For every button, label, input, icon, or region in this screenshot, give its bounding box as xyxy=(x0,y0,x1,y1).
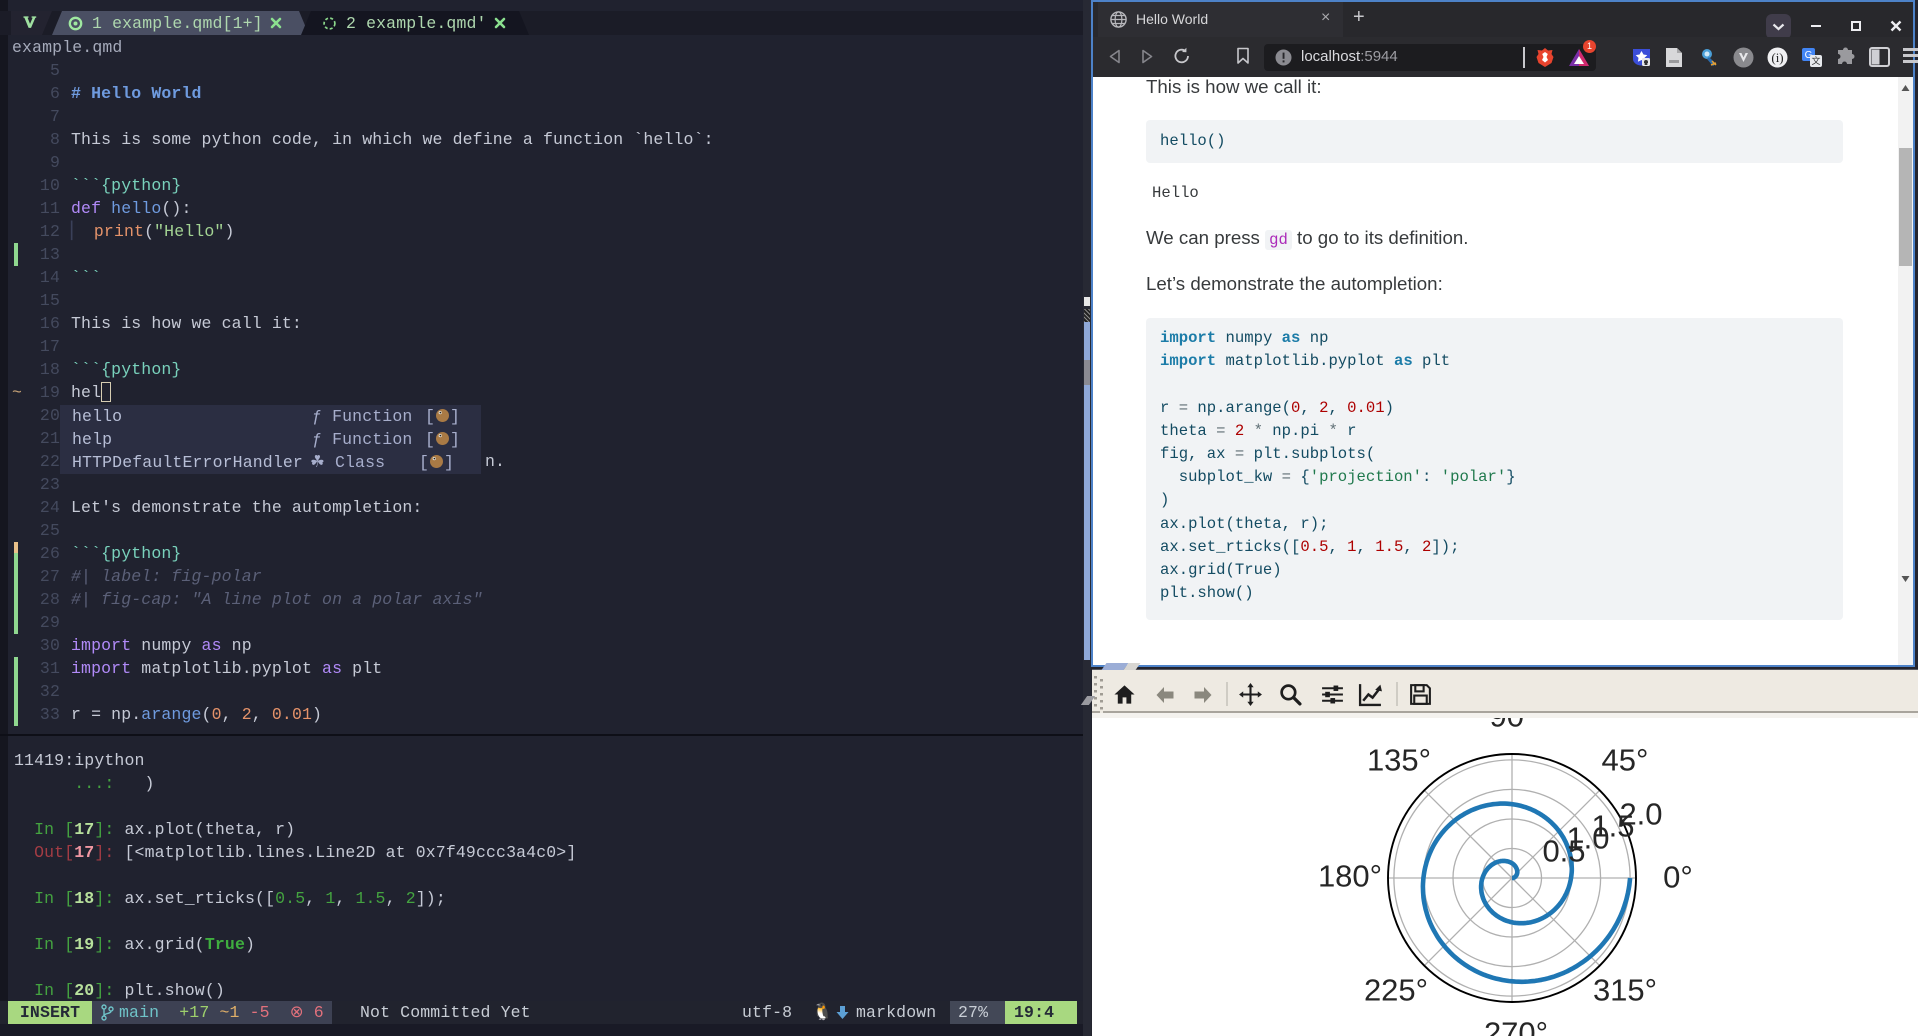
svg-text:180°: 180° xyxy=(1318,859,1382,894)
svg-text:225°: 225° xyxy=(1364,973,1428,1008)
svg-text:文: 文 xyxy=(1811,55,1820,66)
svg-text:135°: 135° xyxy=(1367,743,1431,778)
svg-text:270°: 270° xyxy=(1484,1016,1548,1036)
svg-text:315°: 315° xyxy=(1593,973,1657,1008)
svg-text:45°: 45° xyxy=(1602,743,1649,778)
svg-text:90°: 90° xyxy=(1490,718,1537,734)
svg-text:(i): (i) xyxy=(1771,50,1783,65)
svg-text:0°: 0° xyxy=(1663,860,1693,895)
svg-text:2.0: 2.0 xyxy=(1619,797,1662,832)
